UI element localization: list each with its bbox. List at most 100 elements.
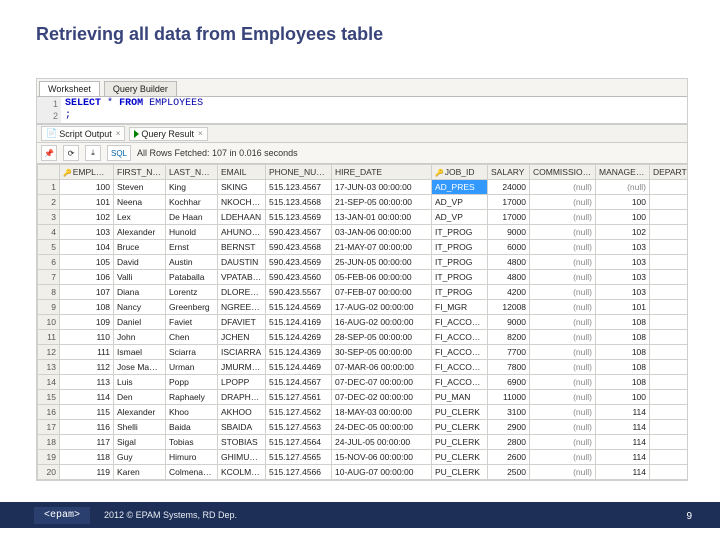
cell[interactable]: 110 [60, 330, 114, 345]
sql-editor[interactable]: 12 SELECT * FROM EMPLOYEES ; [37, 97, 687, 124]
cell[interactable]: 30 [650, 420, 688, 435]
cell[interactable]: Himuro [166, 450, 218, 465]
cell[interactable]: PU_CLERK [432, 405, 488, 420]
cell[interactable]: Lorentz [166, 285, 218, 300]
cell[interactable]: 07-DEC-02 00:00:00 [332, 390, 432, 405]
cell[interactable]: Faviet [166, 315, 218, 330]
cell[interactable]: VPATABAL [218, 270, 266, 285]
cell[interactable]: 117 [60, 435, 114, 450]
cell[interactable]: 515.123.4569 [266, 210, 332, 225]
refresh-icon[interactable]: ⟳ [63, 145, 79, 161]
cell[interactable]: King [166, 180, 218, 195]
cell[interactable]: De Haan [166, 210, 218, 225]
cell[interactable]: 515.124.4569 [266, 300, 332, 315]
cell[interactable]: Khoo [166, 405, 218, 420]
table-row[interactable]: 5104BruceErnstBERNST590.423.456821-MAY-0… [38, 240, 688, 255]
cell[interactable]: 114 [596, 435, 650, 450]
cell[interactable]: DFAVIET [218, 315, 266, 330]
cell[interactable]: IT_PROG [432, 285, 488, 300]
cell[interactable]: 100 [650, 345, 688, 360]
cell[interactable]: John [114, 330, 166, 345]
cell[interactable]: 13-JAN-01 00:00:00 [332, 210, 432, 225]
cell[interactable]: David [114, 255, 166, 270]
cell[interactable]: (null) [530, 360, 596, 375]
cell[interactable]: 30 [650, 435, 688, 450]
cell[interactable]: PU_CLERK [432, 435, 488, 450]
cell[interactable]: 7700 [488, 345, 530, 360]
cell[interactable]: JMURMAN [218, 360, 266, 375]
cell[interactable]: Baida [166, 420, 218, 435]
cell[interactable]: 590.423.4569 [266, 255, 332, 270]
cell[interactable]: Greenberg [166, 300, 218, 315]
cell[interactable]: 21-MAY-07 00:00:00 [332, 240, 432, 255]
cell[interactable]: Chen [166, 330, 218, 345]
table-row[interactable]: 19118GuyHimuroGHIMURO515.127.456515-NOV-… [38, 450, 688, 465]
cell[interactable]: 102 [60, 210, 114, 225]
cell[interactable]: Luis [114, 375, 166, 390]
cell[interactable]: 15-NOV-06 00:00:00 [332, 450, 432, 465]
pin-icon[interactable]: 📌 [41, 145, 57, 161]
cell[interactable]: 07-MAR-06 00:00:00 [332, 360, 432, 375]
cell[interactable]: Ernst [166, 240, 218, 255]
cell[interactable]: IT_PROG [432, 240, 488, 255]
cell[interactable]: 515.124.4269 [266, 330, 332, 345]
cell[interactable]: 102 [596, 225, 650, 240]
cell[interactable]: Alexander [114, 225, 166, 240]
cell[interactable]: 60 [650, 285, 688, 300]
close-icon[interactable]: × [116, 129, 121, 138]
cell[interactable]: 2600 [488, 450, 530, 465]
cell[interactable]: 114 [596, 420, 650, 435]
row-number[interactable]: 13 [38, 360, 60, 375]
cell[interactable]: Raphaely [166, 390, 218, 405]
cell[interactable]: STOBIAS [218, 435, 266, 450]
cell[interactable]: 90 [650, 195, 688, 210]
cell[interactable]: 103 [596, 285, 650, 300]
cell[interactable]: Jose Manuel [114, 360, 166, 375]
row-number[interactable]: 7 [38, 270, 60, 285]
cell[interactable]: ISCIARRA [218, 345, 266, 360]
cell[interactable]: Alexander [114, 405, 166, 420]
table-row[interactable]: 20119KarenColmenaresKCOLMENA515.127.4566… [38, 465, 688, 480]
table-row[interactable]: 17116ShelliBaidaSBAIDA515.127.456324-DEC… [38, 420, 688, 435]
cell[interactable]: 2900 [488, 420, 530, 435]
result-grid[interactable]: 🔑EMPLOYEE_IDFIRST_NAMELAST_NAMEEMAILPHON… [37, 164, 687, 480]
cell[interactable]: (null) [530, 240, 596, 255]
cell[interactable]: Hunold [166, 225, 218, 240]
cell[interactable]: DLORENTZ [218, 285, 266, 300]
cell[interactable]: 9000 [488, 315, 530, 330]
cell[interactable]: SKING [218, 180, 266, 195]
cell[interactable]: PU_CLERK [432, 465, 488, 480]
cell[interactable]: AKHOO [218, 405, 266, 420]
tab-query-builder[interactable]: Query Builder [104, 81, 177, 96]
cell[interactable]: 4800 [488, 255, 530, 270]
cell[interactable]: 108 [596, 375, 650, 390]
cell[interactable]: 100 [60, 180, 114, 195]
cell[interactable]: 07-DEC-07 00:00:00 [332, 375, 432, 390]
cell[interactable]: Lex [114, 210, 166, 225]
table-row[interactable]: 9108NancyGreenbergNGREENBE515.124.456917… [38, 300, 688, 315]
row-number[interactable]: 1 [38, 180, 60, 195]
table-row[interactable]: 7106ValliPataballaVPATABAL590.423.456005… [38, 270, 688, 285]
cell[interactable]: 114 [596, 450, 650, 465]
cell[interactable]: 515.123.4568 [266, 195, 332, 210]
row-number[interactable]: 10 [38, 315, 60, 330]
col-header[interactable]: 🔑JOB_ID [432, 165, 488, 180]
cell[interactable]: Sigal [114, 435, 166, 450]
cell[interactable]: (null) [530, 225, 596, 240]
cell[interactable]: 119 [60, 465, 114, 480]
cell[interactable]: 114 [596, 405, 650, 420]
table-row[interactable]: 15114DenRaphaelyDRAPHEAL515.127.456107-D… [38, 390, 688, 405]
cell[interactable]: Steven [114, 180, 166, 195]
cell[interactable]: 108 [596, 345, 650, 360]
cell[interactable]: 17-AUG-02 00:00:00 [332, 300, 432, 315]
cell[interactable]: 7800 [488, 360, 530, 375]
cell[interactable]: 24000 [488, 180, 530, 195]
cell[interactable]: 2800 [488, 435, 530, 450]
row-number[interactable]: 5 [38, 240, 60, 255]
cell[interactable]: 100 [650, 300, 688, 315]
cell[interactable]: AHUNOLD [218, 225, 266, 240]
cell[interactable]: 515.124.4169 [266, 315, 332, 330]
cell[interactable]: 60 [650, 225, 688, 240]
row-number[interactable]: 20 [38, 465, 60, 480]
cell[interactable]: IT_PROG [432, 270, 488, 285]
